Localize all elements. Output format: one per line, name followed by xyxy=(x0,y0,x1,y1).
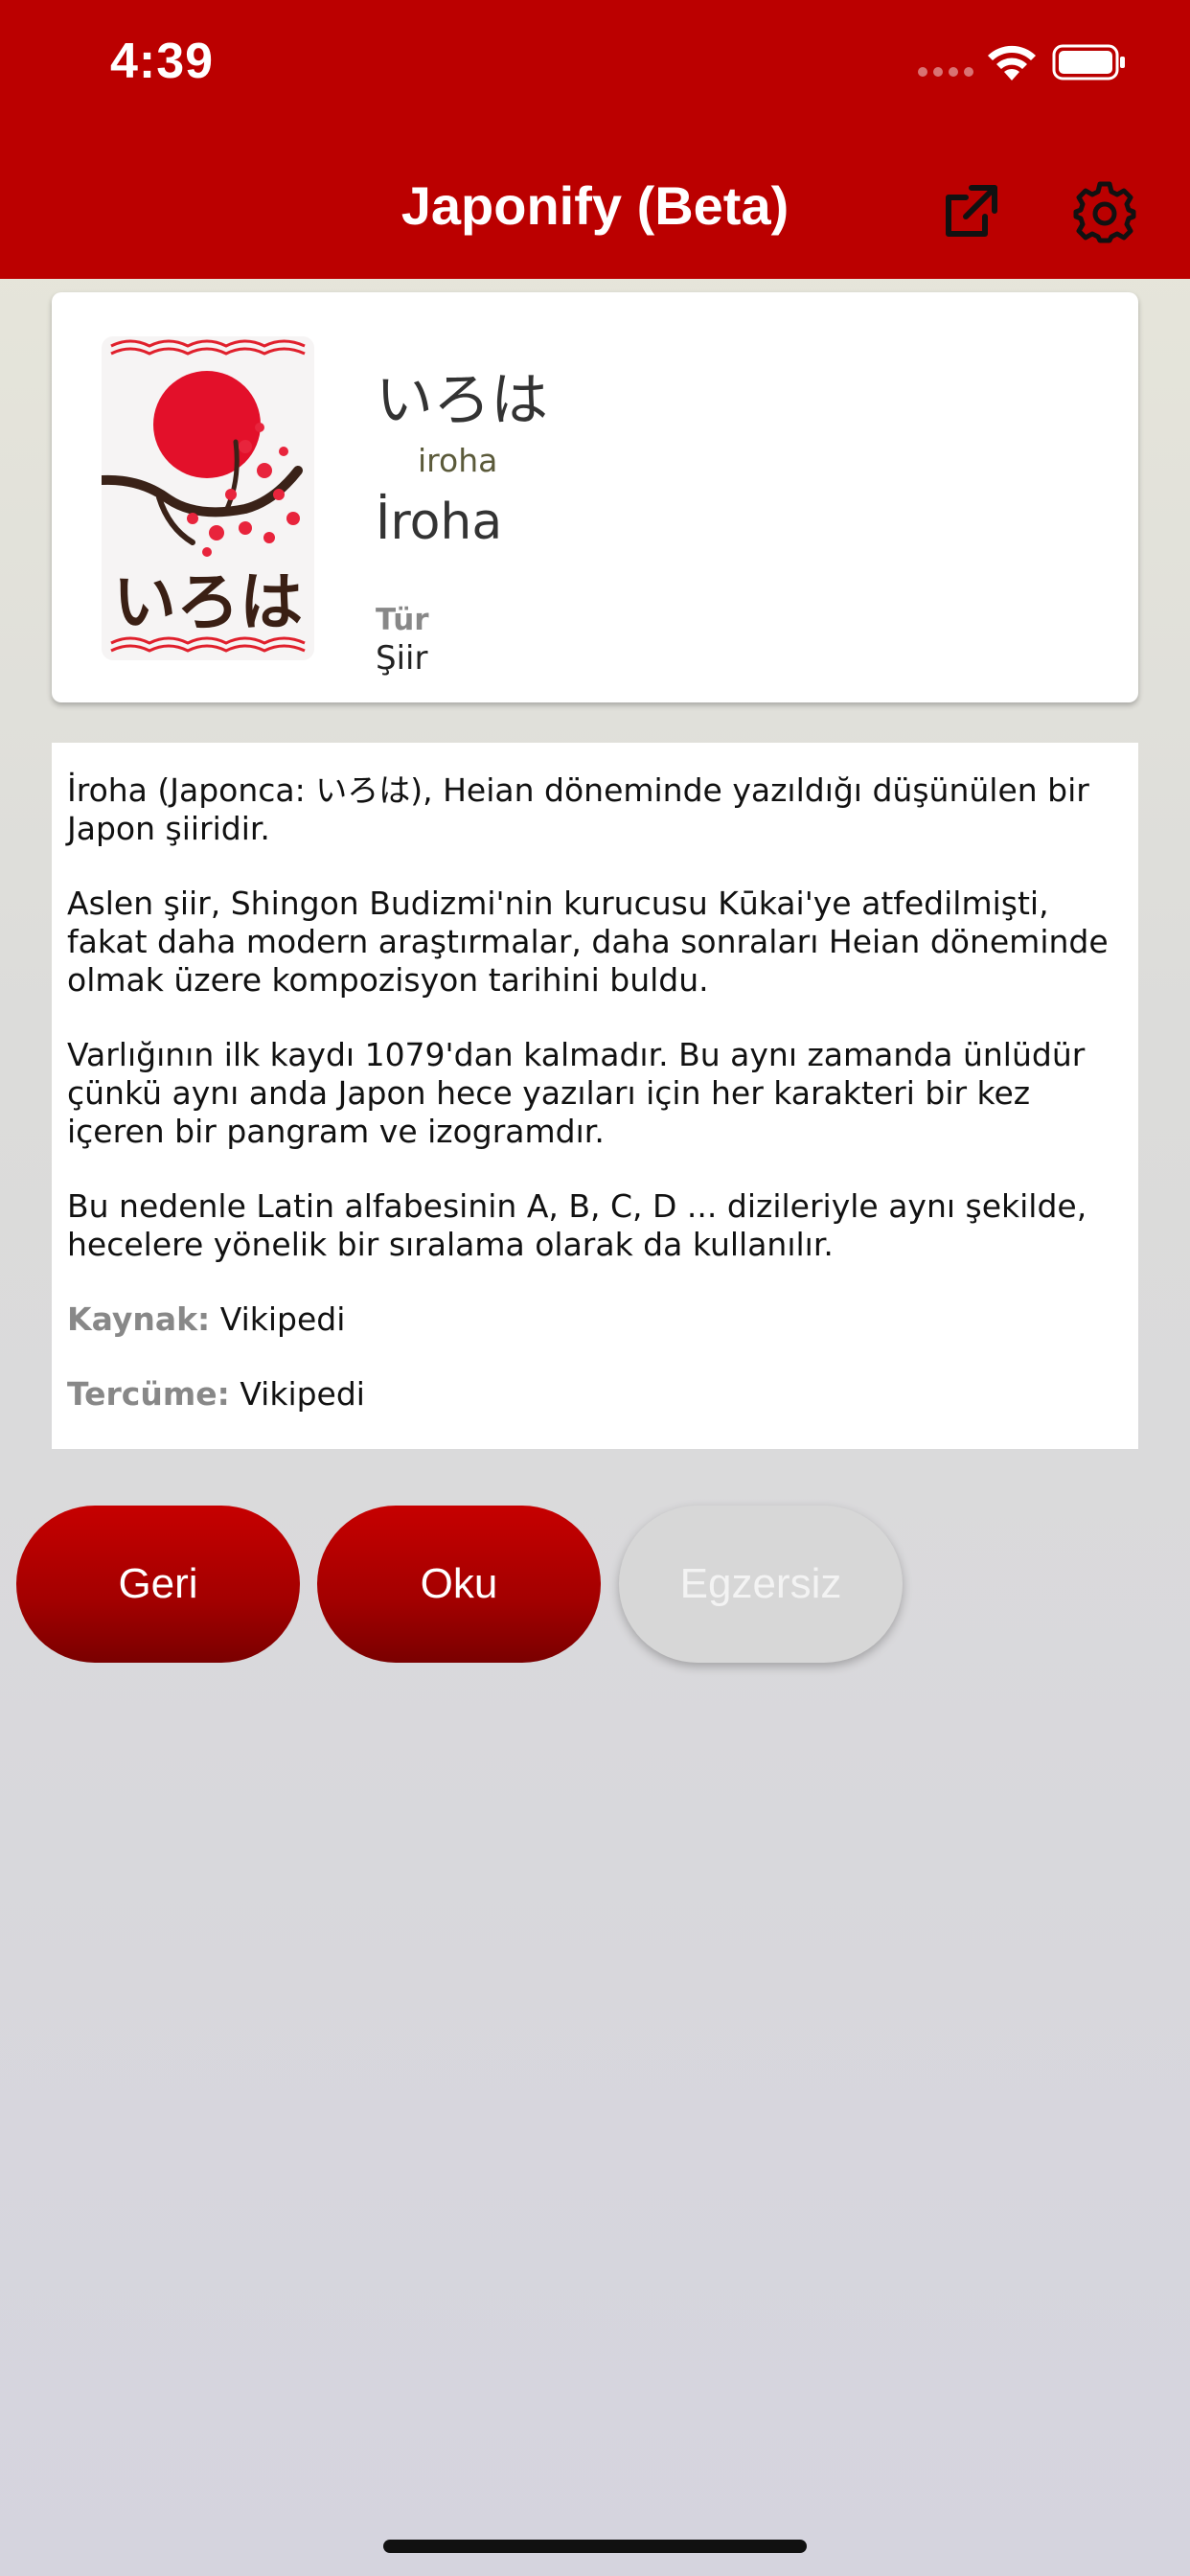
description-paragraph: Bu nedenle Latin alfabesinin A, B, C, D … xyxy=(67,1187,1087,1263)
page-title: Japonify (Beta) xyxy=(400,175,790,236)
genre-value: Şiir xyxy=(376,639,428,678)
cellular-signal-icon xyxy=(918,67,973,77)
exercise-button[interactable]: Egzersiz xyxy=(619,1506,903,1663)
work-info-card: いろは いろは iroha İroha Tür Şiir xyxy=(52,292,1138,702)
home-indicator[interactable] xyxy=(383,2540,807,2553)
battery-icon xyxy=(1052,44,1125,80)
app-bar: 4:39 Japonify (Beta) xyxy=(0,0,1190,279)
external-link-icon[interactable] xyxy=(939,180,1002,243)
poster-lettering: いろは xyxy=(113,565,303,639)
romaji-title: iroha xyxy=(418,442,498,479)
wifi-icon xyxy=(988,45,1036,80)
iroha-poster-image: いろは xyxy=(102,336,314,660)
genre-label: Tür xyxy=(376,603,429,637)
description-paragraph: Varlığının ilk kaydı 1079'dan kalmadır. … xyxy=(67,1036,1086,1150)
description-paragraph: İroha (Japonca: いろは), Heian döneminde ya… xyxy=(67,771,1089,847)
turkish-title: İroha xyxy=(376,494,503,551)
description-paragraph: Aslen şiir, Shingon Budizmi'nin kurucusu… xyxy=(67,885,1109,999)
japanese-title: いろは xyxy=(376,367,548,434)
status-time: 4:39 xyxy=(110,34,215,89)
source-label: Kaynak: xyxy=(67,1300,211,1338)
source-value: Vikipedi xyxy=(219,1300,346,1338)
gear-icon[interactable] xyxy=(1073,180,1136,243)
read-button[interactable]: Oku xyxy=(317,1506,601,1663)
translation-label: Tercüme: xyxy=(67,1375,230,1413)
source-line: Kaynak: Vikipedi xyxy=(67,1300,1123,1339)
translation-value: Vikipedi xyxy=(240,1375,365,1413)
translation-line: Tercüme: Vikipedi xyxy=(67,1375,1123,1414)
description-panel: İroha (Japonca: いろは), Heian döneminde ya… xyxy=(52,743,1138,1449)
back-button[interactable]: Geri xyxy=(16,1506,300,1663)
